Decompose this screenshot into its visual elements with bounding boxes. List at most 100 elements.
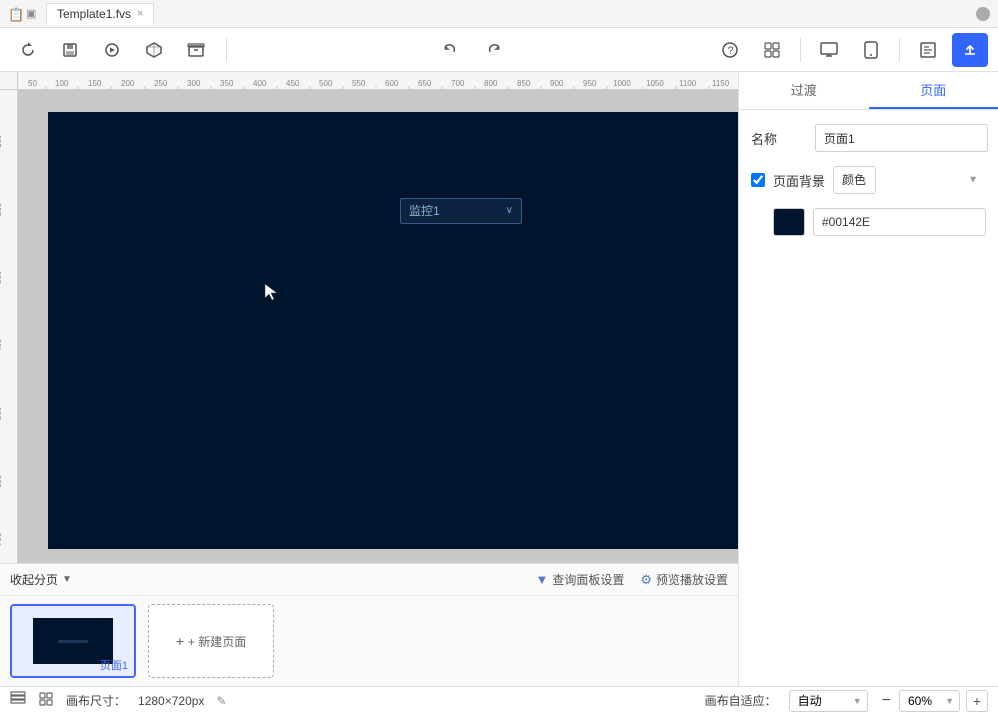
svg-text:550: 550: [352, 79, 366, 88]
color-hex-input[interactable]: [813, 208, 986, 236]
cube-button[interactable]: [136, 33, 172, 67]
settings-icon: ⚙: [640, 572, 652, 588]
zoom-controls: − 25% 50% 60% 75% 100% 125% 150% 200% ▼ …: [880, 690, 988, 712]
bottom-toolbar: 收起分页 ▼ ▼ 查询面板设置 ⚙ 预览播放设置: [0, 564, 738, 596]
name-row: 名称: [751, 124, 986, 152]
redo-button[interactable]: [476, 33, 512, 67]
right-panel: 过渡 页面 名称 页面背景 颜色 图片 渐变: [738, 72, 998, 686]
help-button[interactable]: ?: [712, 33, 748, 67]
svg-text:500: 500: [319, 79, 333, 88]
toolbar-divider-2: [800, 38, 801, 62]
tab-page[interactable]: 页面: [869, 72, 998, 109]
file-tab[interactable]: Template1.fvs ×: [46, 3, 154, 25]
svg-text:1100: 1100: [679, 79, 697, 88]
tablet-button[interactable]: [853, 33, 889, 67]
filter-icon: ▼: [535, 572, 548, 587]
undo-button[interactable]: [432, 33, 468, 67]
monitor-button[interactable]: [811, 33, 847, 67]
canvas-fit-label: 画布自适应：: [705, 692, 777, 709]
canvas-container: 50 100 150 200 250 300 350 400 450 500 5…: [0, 72, 738, 686]
panel-tabs: 过渡 页面: [739, 72, 998, 110]
svg-text:300: 300: [0, 270, 3, 284]
svg-text:700: 700: [451, 79, 465, 88]
top-ruler-row: 50 100 150 200 250 300 350 400 450 500 5…: [0, 72, 738, 90]
layers-icon[interactable]: [10, 691, 26, 710]
window-restore-button[interactable]: [976, 7, 990, 21]
section-collapse-button[interactable]: 收起分页 ▼: [10, 571, 72, 588]
svg-text:1150: 1150: [712, 79, 730, 88]
svg-text:200: 200: [0, 202, 3, 216]
preview-play-button[interactable]: ⚙ 预览播放设置: [640, 571, 728, 588]
query-panel-button[interactable]: ▼ 查询面板设置: [535, 571, 624, 588]
canvas-scroll-area[interactable]: 监控1 ∨: [18, 90, 738, 563]
title-bar-icons: 📋 ▣: [8, 7, 40, 21]
bottom-toolbar-right: ▼ 查询面板设置 ⚙ 预览播放设置: [535, 571, 728, 588]
section-collapse-label: 收起分页: [10, 571, 58, 588]
bg-type-select[interactable]: 颜色 图片 渐变: [833, 166, 876, 194]
component-icon[interactable]: [38, 691, 54, 710]
canvas-area-wrapper: 100 200 300 400 500 600 700: [0, 90, 738, 563]
toolbar-center-group: [432, 33, 512, 67]
edit-mode-button[interactable]: [910, 33, 946, 67]
svg-text:600: 600: [385, 79, 399, 88]
page-1-label: 页面1: [100, 657, 128, 673]
toolbar-divider-3: [899, 38, 900, 62]
canvas-inner: 监控1 ∨: [18, 90, 738, 563]
canvas-fit-select[interactable]: 自动 适合宽度 适合高度 100%: [789, 690, 868, 712]
canvas-dropdown-label: 监控1: [409, 202, 440, 219]
canvas-widget[interactable]: 监控1 ∨: [400, 198, 522, 224]
canvas-dropdown[interactable]: 监控1 ∨: [400, 198, 522, 224]
add-page-button[interactable]: + + 新建页面: [148, 604, 274, 678]
canvas-fit-select-wrapper: 自动 适合宽度 适合高度 100% ▼: [789, 690, 868, 712]
svg-text:200: 200: [121, 79, 135, 88]
refresh-button[interactable]: [10, 33, 46, 67]
svg-text:50: 50: [28, 79, 37, 88]
name-input[interactable]: [815, 124, 988, 152]
svg-text:100: 100: [55, 79, 69, 88]
menu-icon: ▣: [26, 7, 40, 21]
svg-text:800: 800: [484, 79, 498, 88]
canvas-size-edit-icon[interactable]: ✎: [216, 694, 226, 708]
toolbar-right-group: ?: [712, 33, 988, 67]
tab-close-button[interactable]: ×: [137, 8, 143, 20]
add-page-label: + 新建页面: [188, 633, 246, 650]
svg-text:700: 700: [0, 532, 3, 546]
color-row: [751, 208, 986, 236]
bg-row: 页面背景 颜色 图片 渐变 ▼: [751, 166, 986, 194]
name-label: 名称: [751, 129, 807, 148]
cursor-indicator: [263, 282, 279, 302]
svg-text:150: 150: [88, 79, 102, 88]
zoom-out-button[interactable]: −: [880, 692, 893, 710]
bg-checkbox[interactable]: [751, 173, 765, 187]
grid-preview-button[interactable]: [754, 33, 790, 67]
select-arrow-icon: ▼: [968, 175, 978, 186]
page-thumb-1[interactable]: 页面1: [10, 604, 136, 678]
zoom-level-select[interactable]: 25% 50% 60% 75% 100% 125% 150% 200%: [899, 690, 960, 712]
svg-text:1000: 1000: [613, 79, 631, 88]
ruler-corner: [0, 72, 18, 89]
svg-text:450: 450: [286, 79, 300, 88]
main-area: 50 100 150 200 250 300 350 400 450 500 5…: [0, 72, 998, 686]
svg-text:300: 300: [187, 79, 201, 88]
panel-body: 名称 页面背景 颜色 图片 渐变 ▼: [739, 110, 998, 250]
svg-text:?: ?: [728, 45, 734, 57]
status-bar: 画布尺寸： 1280×720px ✎ 画布自适应： 自动 适合宽度 适合高度 1…: [0, 686, 998, 714]
bg-select-wrapper: 颜色 图片 渐变 ▼: [833, 166, 986, 194]
toolbar: ?: [0, 28, 998, 72]
publish-button[interactable]: [952, 33, 988, 67]
tab-transition[interactable]: 过渡: [739, 72, 869, 109]
canvas-dropdown-arrow: ∨: [506, 205, 513, 216]
collapse-arrow-icon: ▼: [62, 574, 72, 585]
canvas-page: 监控1 ∨: [48, 112, 738, 549]
app-icon: 📋: [8, 7, 22, 21]
archive-button[interactable]: [178, 33, 214, 67]
svg-text:100: 100: [0, 134, 3, 148]
color-preview-swatch[interactable]: [773, 208, 805, 236]
tab-area: Template1.fvs ×: [46, 3, 154, 25]
zoom-in-button[interactable]: +: [966, 690, 988, 712]
svg-text:900: 900: [550, 79, 564, 88]
save-button[interactable]: [52, 33, 88, 67]
preview-button[interactable]: [94, 33, 130, 67]
add-page-plus: +: [176, 633, 184, 649]
svg-text:500: 500: [0, 406, 3, 420]
